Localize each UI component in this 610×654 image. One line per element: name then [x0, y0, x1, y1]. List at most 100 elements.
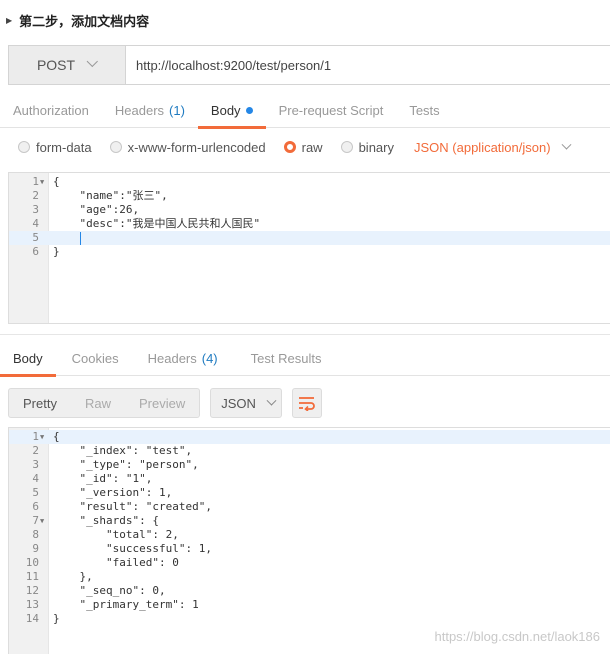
radio-form-data[interactable]: form-data [18, 140, 92, 155]
mode-pretty[interactable]: Pretty [9, 389, 71, 417]
collapse-triangle-icon[interactable]: ▶ [6, 16, 12, 25]
radio-label: binary [358, 139, 394, 155]
radio-label: form-data [36, 139, 92, 155]
code-text: "total": 2, [53, 528, 179, 541]
code-text: "_index": "test", [53, 444, 193, 457]
fold-arrow-icon[interactable]: ▼ [40, 514, 44, 528]
tab-label: Test Results [250, 350, 322, 366]
line-number: 12 [25, 584, 39, 597]
radio-circle-icon [340, 141, 353, 153]
wrap-lines-button[interactable] [292, 388, 323, 418]
method-select[interactable]: POST [9, 46, 126, 84]
chevron-down-icon [266, 395, 277, 406]
code-line: 12 "_seq_no": 0, [9, 584, 610, 598]
tab-label: Pre-request Script [278, 102, 384, 118]
tab-response-headers[interactable]: Headers (4) [132, 340, 231, 376]
line-number: 5 [32, 486, 39, 499]
request-body-editor[interactable]: 1 ▼ { 2 "name":"张三", 3 "age":26, 4 "desc… [8, 172, 610, 324]
code-line: 3 "age":26, [9, 203, 610, 217]
code-line: 4 "desc":"我是中国人民共和人国民" [9, 217, 610, 231]
code-text: }, [53, 570, 93, 583]
request-tabs: Authorization Headers (1) Body Pre-reque… [0, 92, 610, 129]
mode-raw[interactable]: Raw [71, 389, 125, 417]
line-number: 4 [32, 472, 39, 485]
line-number: 4 [32, 217, 39, 230]
line-number: 9 [32, 542, 39, 555]
tab-pre-request-script[interactable]: Pre-request Script [266, 92, 397, 128]
line-number: 2 [32, 444, 39, 457]
tab-label: Headers [114, 102, 165, 118]
request-bar: POST http://localhost:9200/test/person/1 [8, 45, 610, 85]
code-text: "_primary_term": 1 [53, 598, 199, 611]
code-text: { [53, 430, 60, 443]
line-number: 13 [25, 598, 39, 611]
response-body-editor[interactable]: 1 ▼{2 "_index": "test", 3 "_type": "person… [8, 427, 610, 654]
code-line: 4 "_id": "1", [9, 472, 610, 486]
line-number: 14 [25, 612, 39, 625]
line-number: 1 [32, 175, 39, 188]
radio-binary[interactable]: binary [340, 139, 394, 155]
code-line: 1 ▼ { [9, 175, 610, 189]
chevron-down-icon [561, 139, 572, 150]
code-text: } [53, 245, 60, 258]
line-number: 5 [32, 231, 39, 244]
tab-label: Body [210, 102, 241, 118]
tab-body[interactable]: Body [197, 92, 266, 129]
tab-cookies[interactable]: Cookies [56, 340, 132, 376]
tab-test-results[interactable]: Test Results [231, 340, 335, 376]
line-number: 8 [32, 528, 39, 541]
radio-circle-icon [109, 141, 122, 153]
line-number: 6 [32, 500, 39, 513]
line-number: 2 [32, 189, 39, 202]
code-line: 5 "_version": 1, [9, 486, 610, 500]
code-text: "result": "created", [53, 500, 212, 513]
line-number: 6 [32, 245, 39, 258]
radio-circle-icon [18, 141, 30, 153]
code-text: "_shards": { [53, 514, 159, 527]
code-text: "desc":"我是中国人民共和人国民" [53, 217, 261, 230]
url-input[interactable]: http://localhost:9200/test/person/1 [126, 46, 610, 84]
radio-x-www-form-urlencoded[interactable]: x-www-form-urlencoded [109, 139, 266, 155]
code-line: 13 "_primary_term": 1 [9, 598, 610, 612]
tab-headers[interactable]: Headers (1) [102, 92, 198, 128]
code-line: 2 "_index": "test", [9, 444, 610, 458]
code-text: "_version": 1, [53, 486, 173, 499]
line-number: 3 [32, 458, 39, 471]
radio-label: x-www-form-urlencoded [127, 139, 266, 155]
divider [0, 334, 610, 335]
response-tabs: Body Cookies Headers (4) Test Results [0, 340, 610, 377]
code-line: 3 "_type": "person", [9, 458, 610, 472]
code-text: "age":26, [53, 203, 140, 216]
code-text: "_id": "1", [53, 472, 153, 485]
tab-authorization[interactable]: Authorization [0, 92, 102, 128]
line-number: 10 [25, 556, 39, 569]
response-toolbar: Pretty Raw Preview JSON [8, 388, 323, 418]
code-text: "_type": "person", [53, 458, 199, 471]
code-line: 8 "total": 2, [9, 528, 610, 542]
radio-circle-icon [283, 141, 296, 153]
wrap-lines-icon [299, 397, 316, 411]
url-text: http://localhost:9200/test/person/1 [136, 57, 332, 73]
body-indicator-dot-icon [245, 106, 253, 114]
radio-raw[interactable]: raw [283, 140, 323, 155]
code-line: 6 "result": "created", [9, 500, 610, 514]
tab-response-body[interactable]: Body [0, 340, 56, 377]
tab-count: (4) [201, 350, 218, 366]
code-line: 9 "successful": 1, [9, 542, 610, 556]
code-line: 1 ▼ { [9, 430, 610, 444]
format-dropdown[interactable]: JSON [210, 388, 283, 418]
code-line: 14} [9, 612, 610, 626]
method-label: POST [36, 57, 76, 73]
code-line-active: 5 [9, 231, 610, 245]
code-line: 2 "name":"张三", [9, 189, 610, 203]
fold-arrow-icon[interactable]: ▼ [40, 430, 44, 444]
code-text: "failed": 0 [53, 556, 179, 569]
tab-tests[interactable]: Tests [396, 92, 452, 128]
code-text: "name":"张三", [53, 189, 168, 202]
text-cursor [80, 232, 81, 245]
line-number: 11 [25, 570, 39, 583]
mode-preview[interactable]: Preview [125, 389, 199, 417]
code-text: } [53, 612, 60, 625]
fold-arrow-icon[interactable]: ▼ [40, 175, 44, 189]
content-type-dropdown[interactable]: JSON (application/json) [414, 139, 572, 155]
